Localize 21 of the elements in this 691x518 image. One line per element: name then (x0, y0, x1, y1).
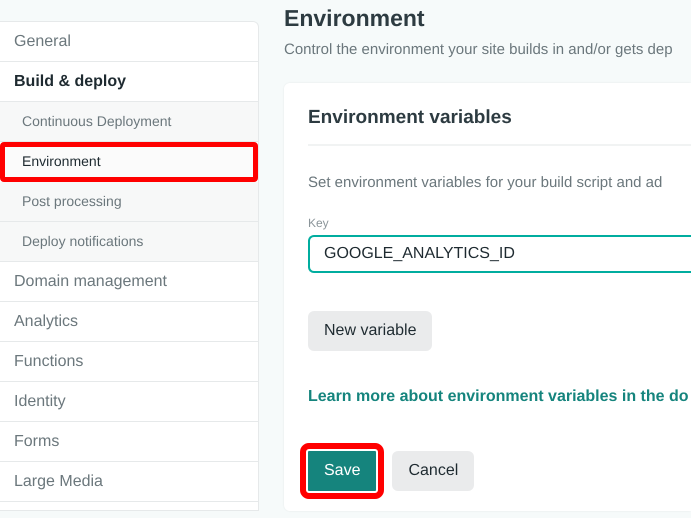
sidebar-item[interactable]: Forms (0, 422, 258, 462)
docs-link[interactable]: Learn more about environment variables in the do (308, 385, 689, 410)
card-title: Environment variables (308, 107, 691, 146)
cancel-button[interactable]: Cancel (392, 451, 474, 492)
key-input-field[interactable]: GOOGLE_ANALYTICS_ID (308, 235, 691, 274)
card-description: Set environment variables for your build script and ad (308, 172, 664, 193)
sidebar-item[interactable]: Domain management (0, 262, 258, 302)
sidebar-item[interactable]: Analytics (0, 302, 258, 342)
sidebar-subitem[interactable]: Environment (0, 142, 258, 182)
save-button[interactable]: Save (308, 451, 376, 492)
sidebar-subitem[interactable]: Deploy notifications (0, 222, 258, 262)
key-label: Key (308, 215, 330, 232)
new-variable-button[interactable]: New variable (308, 311, 432, 352)
sidebar-item[interactable]: Large Media (0, 462, 258, 502)
sidebar-item[interactable]: Functions (0, 342, 258, 382)
sidebar-item[interactable]: General (0, 22, 258, 62)
page-subtitle: Control the environment your site builds in and/or gets dep (284, 40, 674, 60)
sidebar-subitem[interactable]: Continuous Deployment (0, 102, 258, 142)
page-title: Environment (284, 5, 426, 33)
sidebar-subitem[interactable]: Post processing (0, 182, 258, 222)
sidebar-item[interactable]: Identity (0, 382, 258, 422)
